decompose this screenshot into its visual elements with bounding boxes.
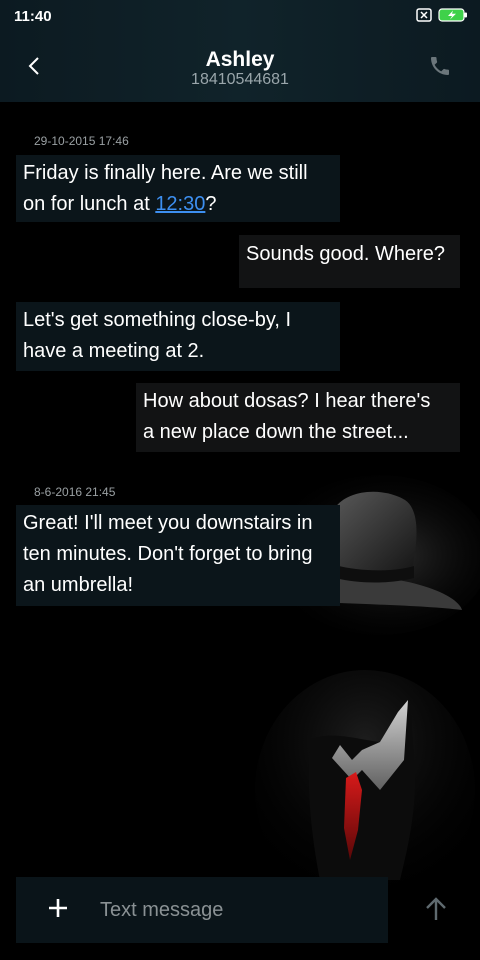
- incoming-message[interactable]: Friday is finally here. Are we still on …: [16, 155, 340, 222]
- message-line: have a meeting at 2.: [23, 340, 205, 362]
- phone-icon: [428, 54, 452, 83]
- composer: [16, 877, 388, 943]
- date-separator: 29-10-2015 17:46: [34, 134, 129, 148]
- message-line: ten minutes. Don't forget to bring: [23, 543, 313, 565]
- message-text: ?: [205, 193, 217, 215]
- attach-button[interactable]: [44, 896, 72, 924]
- date-separator: 8-6-2016 21:45: [34, 485, 116, 499]
- message-line: Let's get something close-by, I: [23, 309, 292, 331]
- message-text: on for lunch at: [23, 193, 156, 215]
- sms-conversation-screen: 11:40 Ashley 18410544681 29-10-2015 17:4…: [0, 0, 480, 960]
- status-time: 11:40: [14, 8, 52, 25]
- time-link[interactable]: 12:30: [155, 193, 205, 215]
- outgoing-message[interactable]: Sounds good. Where?: [239, 235, 460, 288]
- message-line: on for lunch at 12:30?: [23, 189, 333, 220]
- message-line: an umbrella!: [23, 574, 134, 596]
- call-button[interactable]: [424, 52, 456, 84]
- message-line: a new place down the street...: [143, 421, 409, 443]
- incoming-message[interactable]: Great! I'll meet you downstairs in ten m…: [16, 505, 340, 606]
- status-icons: [416, 8, 468, 27]
- message-line: Great! I'll meet you downstairs in: [23, 512, 313, 534]
- plus-icon: [47, 897, 69, 924]
- message-line: Sounds good. Where?: [246, 243, 446, 265]
- incoming-message[interactable]: Let's get something close-by, I have a m…: [16, 302, 340, 371]
- message-line: Friday is finally here. Are we still: [23, 162, 308, 184]
- send-button[interactable]: [420, 895, 452, 927]
- contact-number: 18410544681: [191, 71, 289, 88]
- message-input[interactable]: [100, 895, 370, 925]
- message-line: How about dosas? I hear there's: [143, 390, 431, 412]
- contact-name: Ashley: [205, 48, 275, 71]
- battery-charging-icon: [438, 8, 468, 27]
- arrow-up-icon: [425, 896, 447, 927]
- top-bar: 11:40 Ashley 18410544681: [0, 0, 480, 102]
- outgoing-message[interactable]: How about dosas? I hear there's a new pl…: [136, 383, 460, 452]
- no-sim-icon: [416, 8, 432, 27]
